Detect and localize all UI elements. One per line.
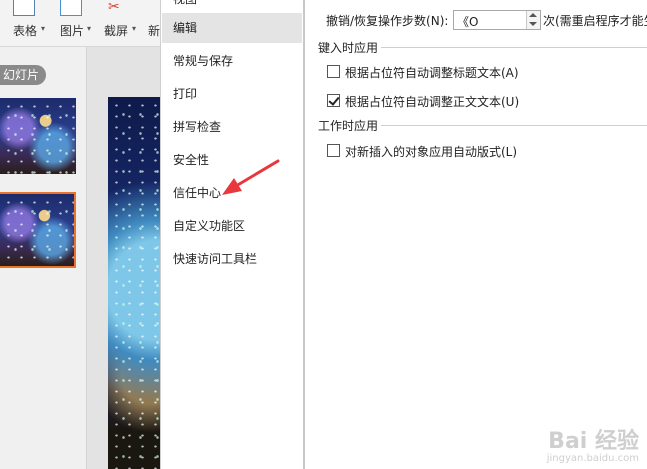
- watermark-url: jingyan.baidu.com: [546, 453, 639, 464]
- arrow-shaft: [234, 159, 280, 188]
- annotation-arrow: [222, 159, 280, 195]
- watermark-brand: Bai 经验: [548, 429, 639, 454]
- arrow-head-icon: [222, 178, 242, 195]
- watermark: Bai 经验 jingyan.baidu.com: [547, 431, 639, 465]
